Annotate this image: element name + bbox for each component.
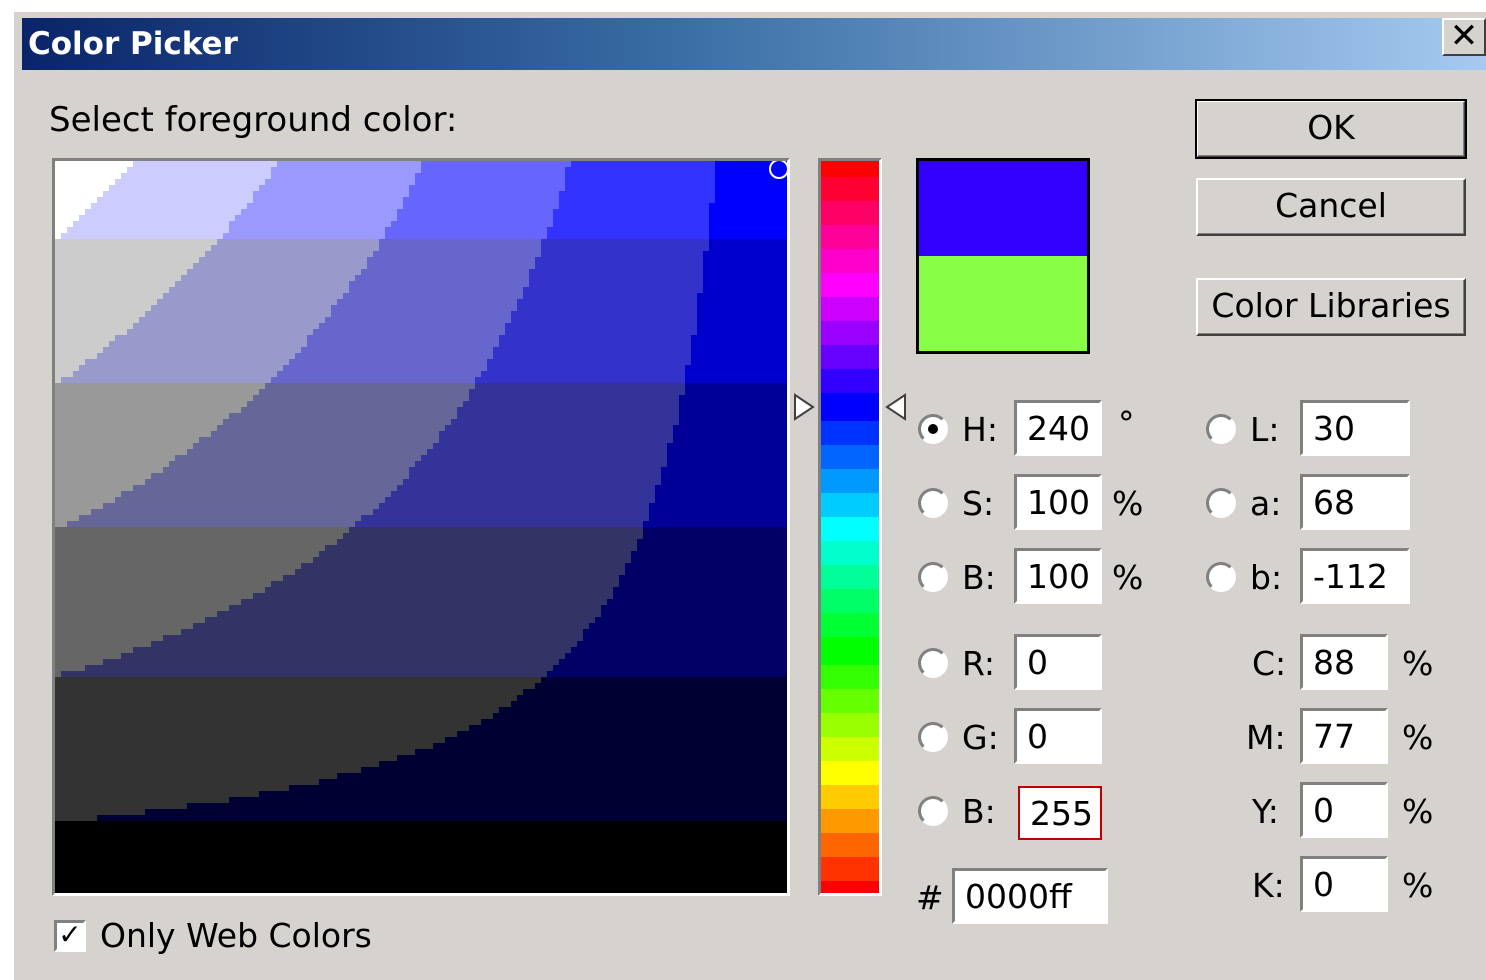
percent-unit: % bbox=[1402, 792, 1434, 831]
saturation-label: S: bbox=[962, 484, 995, 523]
degree-unit: ° bbox=[1118, 404, 1135, 443]
cyan-label: C: bbox=[1252, 644, 1287, 683]
black-input[interactable]: 0 bbox=[1300, 856, 1388, 912]
color-picker-dialog: Color Picker ✕ Select foreground color: … bbox=[12, 10, 1486, 980]
prompt-text: Select foreground color: bbox=[49, 100, 458, 140]
hex-input[interactable]: 0000ff bbox=[952, 868, 1108, 924]
lab-a-input[interactable]: 68 bbox=[1300, 474, 1410, 530]
percent-unit: % bbox=[1402, 866, 1434, 905]
percent-unit: % bbox=[1402, 718, 1434, 757]
new-color-swatch bbox=[919, 161, 1087, 256]
lab-b-label: b: bbox=[1250, 558, 1283, 597]
hue-label: H: bbox=[962, 410, 998, 449]
lab-a-radio[interactable] bbox=[1206, 488, 1236, 518]
radio-selected-dot bbox=[928, 424, 938, 434]
blue-radio[interactable] bbox=[918, 796, 948, 826]
red-radio[interactable] bbox=[918, 648, 948, 678]
magenta-label: M: bbox=[1246, 718, 1286, 757]
lab-b-input[interactable]: -112 bbox=[1300, 548, 1410, 604]
saturation-input[interactable]: 100 bbox=[1014, 474, 1102, 530]
cyan-input[interactable]: 88 bbox=[1300, 634, 1388, 690]
percent-unit: % bbox=[1112, 558, 1144, 597]
hue-slider-right-arrow-icon[interactable] bbox=[884, 392, 908, 422]
color-swatch bbox=[916, 158, 1090, 354]
web-colors-label[interactable]: Only Web Colors bbox=[100, 916, 372, 955]
saturation-radio[interactable] bbox=[918, 488, 948, 518]
color-libraries-button[interactable]: Color Libraries bbox=[1196, 278, 1466, 336]
hue-slider-left-arrow-icon[interactable] bbox=[792, 392, 816, 422]
cancel-button[interactable]: Cancel bbox=[1196, 178, 1466, 236]
red-input[interactable]: 0 bbox=[1014, 634, 1102, 690]
color-field[interactable] bbox=[52, 158, 790, 896]
percent-unit: % bbox=[1402, 644, 1434, 683]
red-label: R: bbox=[962, 644, 996, 683]
brightness-label: B: bbox=[962, 558, 996, 597]
lab-l-label: L: bbox=[1250, 410, 1280, 449]
hex-label: # bbox=[916, 878, 944, 917]
web-colors-checkbox[interactable]: ✓ bbox=[54, 920, 86, 952]
blue-input[interactable]: 255 bbox=[1018, 786, 1102, 840]
black-label: K: bbox=[1252, 866, 1285, 905]
title-bar[interactable]: Color Picker bbox=[22, 18, 1486, 70]
green-input[interactable]: 0 bbox=[1014, 708, 1102, 764]
yellow-label: Y: bbox=[1252, 792, 1279, 831]
green-label: G: bbox=[962, 718, 999, 757]
percent-unit: % bbox=[1112, 484, 1144, 523]
blue-label: B: bbox=[962, 792, 996, 831]
hue-input[interactable]: 240 bbox=[1014, 400, 1102, 456]
hue-slider-strip[interactable] bbox=[821, 161, 879, 893]
color-field-canvas[interactable] bbox=[55, 161, 787, 893]
lab-a-label: a: bbox=[1250, 484, 1282, 523]
brightness-radio[interactable] bbox=[918, 562, 948, 592]
lab-l-radio[interactable] bbox=[1206, 414, 1236, 444]
current-color-swatch[interactable] bbox=[919, 256, 1087, 351]
magenta-input[interactable]: 77 bbox=[1300, 708, 1388, 764]
hue-radio[interactable] bbox=[918, 414, 948, 444]
green-radio[interactable] bbox=[918, 722, 948, 752]
window-title: Color Picker bbox=[28, 26, 238, 62]
lab-b-radio[interactable] bbox=[1206, 562, 1236, 592]
close-icon[interactable]: ✕ bbox=[1442, 18, 1486, 56]
yellow-input[interactable]: 0 bbox=[1300, 782, 1388, 838]
ok-button[interactable]: OK bbox=[1195, 99, 1467, 159]
brightness-input[interactable]: 100 bbox=[1014, 548, 1102, 604]
hue-slider[interactable] bbox=[818, 158, 882, 896]
lab-l-input[interactable]: 30 bbox=[1300, 400, 1410, 456]
